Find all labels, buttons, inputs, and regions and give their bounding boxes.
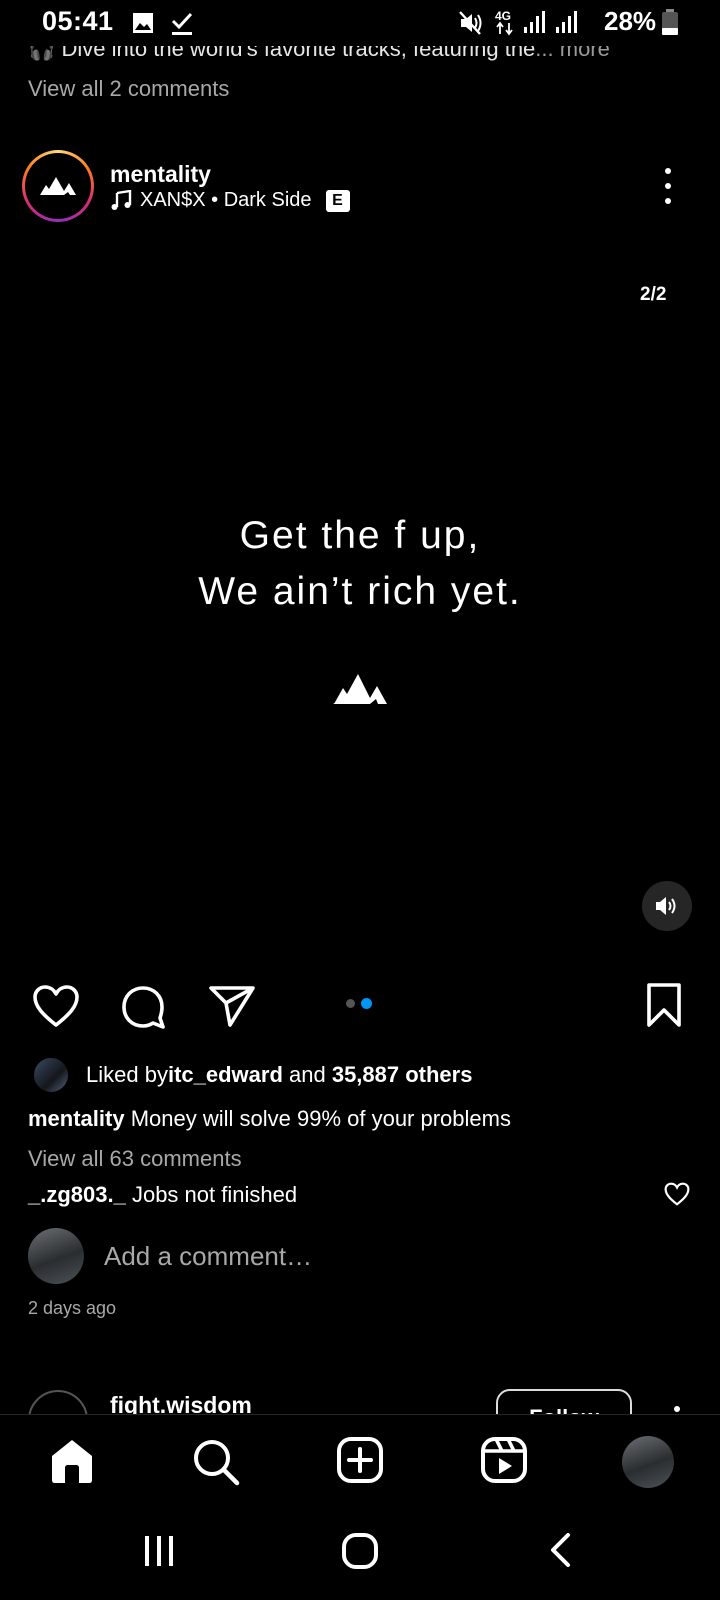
recents-button[interactable]: [142, 1534, 176, 1568]
comment-like-heart-icon[interactable]: [664, 1182, 690, 1206]
battery-icon: [662, 9, 678, 35]
liked-user[interactable]: itc_edward: [168, 1062, 283, 1088]
carousel-counter: 2/2: [640, 284, 667, 305]
back-button[interactable]: [548, 1532, 572, 1568]
post-caption: mentality Money will solve 99% of your p…: [28, 1106, 511, 1132]
signal-icon: [524, 11, 545, 33]
4g-icon: 4G: [495, 9, 513, 36]
quote-line-1: Get the f up,: [239, 514, 481, 557]
caption-text: Money will solve 99% of your problems: [124, 1106, 511, 1131]
home-icon[interactable]: [48, 1438, 96, 1484]
quote-line-2: We ain’t rich yet.: [198, 570, 522, 613]
comment-preview: _.zg803._ Jobs not finished: [28, 1182, 297, 1208]
comment-username[interactable]: _.zg803._: [28, 1182, 126, 1207]
post-timestamp: 2 days ago: [28, 1298, 117, 1318]
save-bookmark-icon[interactable]: [646, 982, 682, 1028]
music-label: XAN$X • Dark Side: [140, 189, 312, 211]
caption-username[interactable]: mentality: [28, 1106, 125, 1131]
create-icon[interactable]: [336, 1436, 384, 1484]
add-comment-input[interactable]: Add a comment…: [104, 1241, 312, 1272]
search-icon[interactable]: [192, 1438, 240, 1486]
post-username[interactable]: mentality: [110, 161, 211, 188]
carousel-dot-active: [361, 998, 372, 1009]
post-avatar-story-ring[interactable]: [22, 150, 94, 222]
more-dot: [665, 198, 671, 204]
likes-count[interactable]: 35,887 others: [332, 1062, 473, 1088]
volume-button[interactable]: [642, 881, 692, 931]
home-button[interactable]: [341, 1532, 379, 1570]
music-note-icon: [111, 189, 132, 210]
more-dot: [665, 168, 671, 174]
post-avatar: [31, 159, 85, 213]
mentality-logo-icon: [40, 177, 76, 195]
carousel-dot: [346, 999, 355, 1008]
next-post-options-button[interactable]: [674, 1406, 680, 1412]
music-info[interactable]: XAN$X • Dark Side E: [110, 189, 350, 212]
status-bar: 05:41 4G 28%: [0, 0, 720, 46]
mentality-logo-icon: [333, 674, 387, 704]
status-time: 05:41: [42, 6, 114, 36]
previous-view-all-comments[interactable]: View all 2 comments: [28, 76, 229, 102]
post-options-button[interactable]: [662, 168, 674, 204]
comment-icon[interactable]: [120, 984, 166, 1030]
more-dot: [665, 183, 671, 189]
reels-icon[interactable]: [480, 1436, 528, 1484]
battery-percent: 28%: [604, 6, 657, 36]
liked-by-avatar: [32, 1056, 70, 1094]
signal-icon: [556, 11, 577, 33]
download-done-icon: [171, 12, 193, 35]
share-send-icon[interactable]: [208, 984, 256, 1028]
volume-icon: [656, 897, 676, 915]
svg-text:4G: 4G: [495, 9, 511, 23]
mute-icon: [459, 11, 482, 35]
post-quote: Get the f up, We ain’t rich yet.: [0, 508, 720, 620]
current-user-avatar: [28, 1228, 84, 1284]
gallery-icon: [133, 13, 153, 33]
liked-by-row[interactable]: Liked by itc_edward and 35,887 others: [32, 1056, 472, 1094]
avatar-inner: [25, 153, 91, 219]
liked-and: and: [282, 1062, 332, 1087]
liked-prefix: Liked by: [86, 1062, 168, 1087]
carousel-indicator: [346, 998, 372, 1009]
comment-text: Jobs not finished: [125, 1182, 298, 1207]
profile-avatar[interactable]: [622, 1436, 674, 1488]
like-heart-icon[interactable]: [32, 984, 80, 1028]
view-all-comments-link[interactable]: View all 63 comments: [28, 1146, 242, 1172]
explicit-badge: E: [325, 189, 350, 212]
